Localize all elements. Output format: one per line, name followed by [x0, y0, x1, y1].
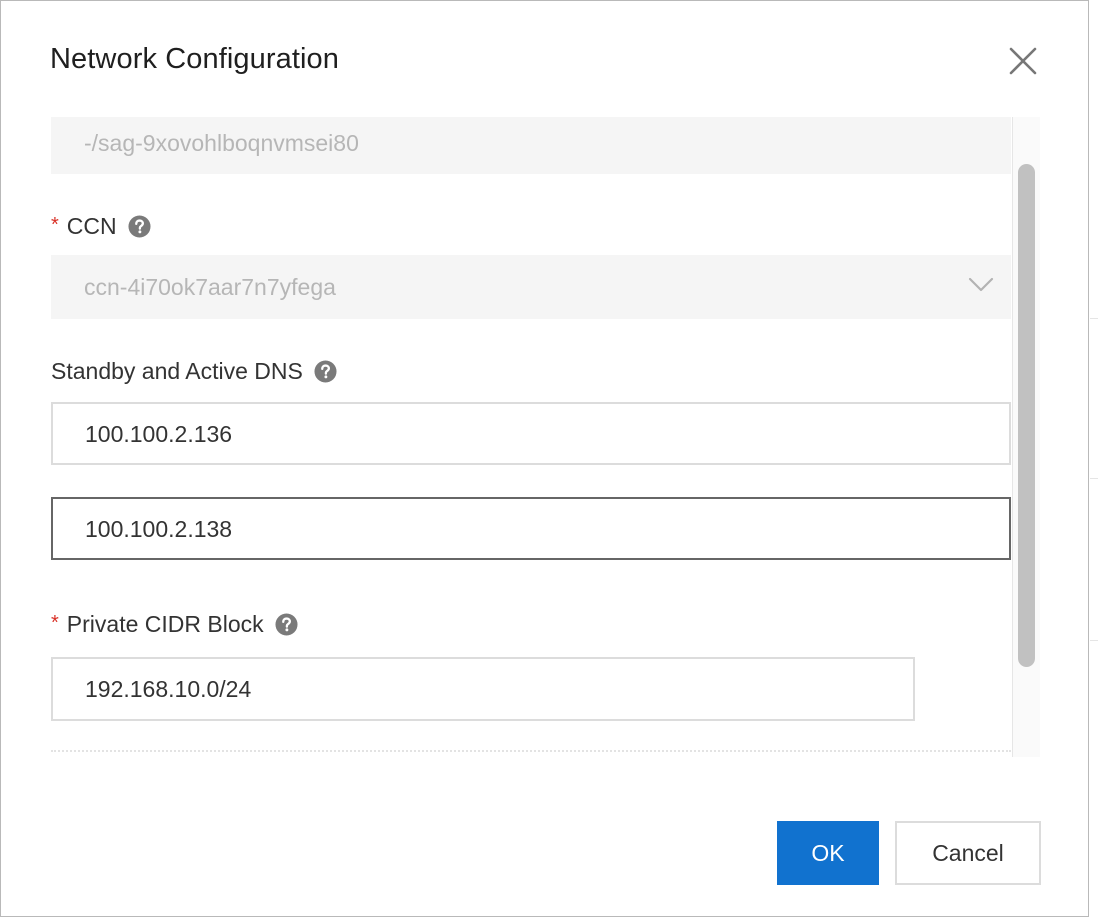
required-marker: * — [51, 214, 59, 236]
ccn-label-row: * CCN — [51, 213, 151, 240]
close-icon — [1009, 47, 1037, 75]
dns-secondary-input[interactable]: 100.100.2.138 — [51, 497, 1011, 560]
dialog-scroll-body[interactable]: -/sag-9xovohlboqnvmsei80 * CCN ccn-4i70o… — [51, 117, 1041, 757]
smart-access-gateway-value: -/sag-9xovohlboqnvmsei80 — [84, 130, 359, 156]
dns-primary-input[interactable]: 100.100.2.136 — [51, 402, 1011, 465]
background-divider — [1090, 318, 1098, 319]
close-button[interactable] — [1007, 45, 1039, 77]
dns-primary-value: 100.100.2.136 — [85, 421, 233, 447]
cidr-input[interactable]: 192.168.10.0/24 — [51, 657, 915, 721]
scrollbar-thumb[interactable] — [1018, 164, 1035, 667]
question-circle-icon[interactable] — [128, 215, 151, 238]
section-divider — [51, 750, 1011, 752]
network-configuration-dialog: Network Configuration -/sag-9xovohlboqnv… — [0, 0, 1089, 917]
ccn-select[interactable]: ccn-4i70ok7aar7n7yfega — [51, 255, 1011, 319]
question-circle-icon[interactable] — [314, 360, 337, 383]
background-divider — [1090, 478, 1098, 479]
ccn-label: CCN — [66, 213, 117, 239]
question-circle-icon[interactable] — [275, 613, 298, 636]
cidr-label: Private CIDR Block — [66, 611, 264, 637]
ccn-select-value: ccn-4i70ok7aar7n7yfega — [84, 274, 336, 300]
cidr-label-row: * Private CIDR Block — [51, 611, 298, 638]
ok-button[interactable]: OK — [777, 821, 879, 885]
cancel-button[interactable]: Cancel — [895, 821, 1041, 885]
smart-access-gateway-field: -/sag-9xovohlboqnvmsei80 — [51, 117, 1011, 174]
cidr-value: 192.168.10.0/24 — [85, 676, 252, 702]
dns-secondary-value: 100.100.2.138 — [85, 516, 233, 542]
chevron-down-icon — [968, 277, 994, 292]
dns-label: Standby and Active DNS — [51, 358, 303, 384]
background-page-edge — [1090, 0, 1098, 920]
dialog-title: Network Configuration — [50, 43, 340, 75]
required-marker: * — [51, 612, 59, 634]
background-divider — [1090, 640, 1098, 641]
dns-label-row: Standby and Active DNS — [51, 358, 337, 385]
